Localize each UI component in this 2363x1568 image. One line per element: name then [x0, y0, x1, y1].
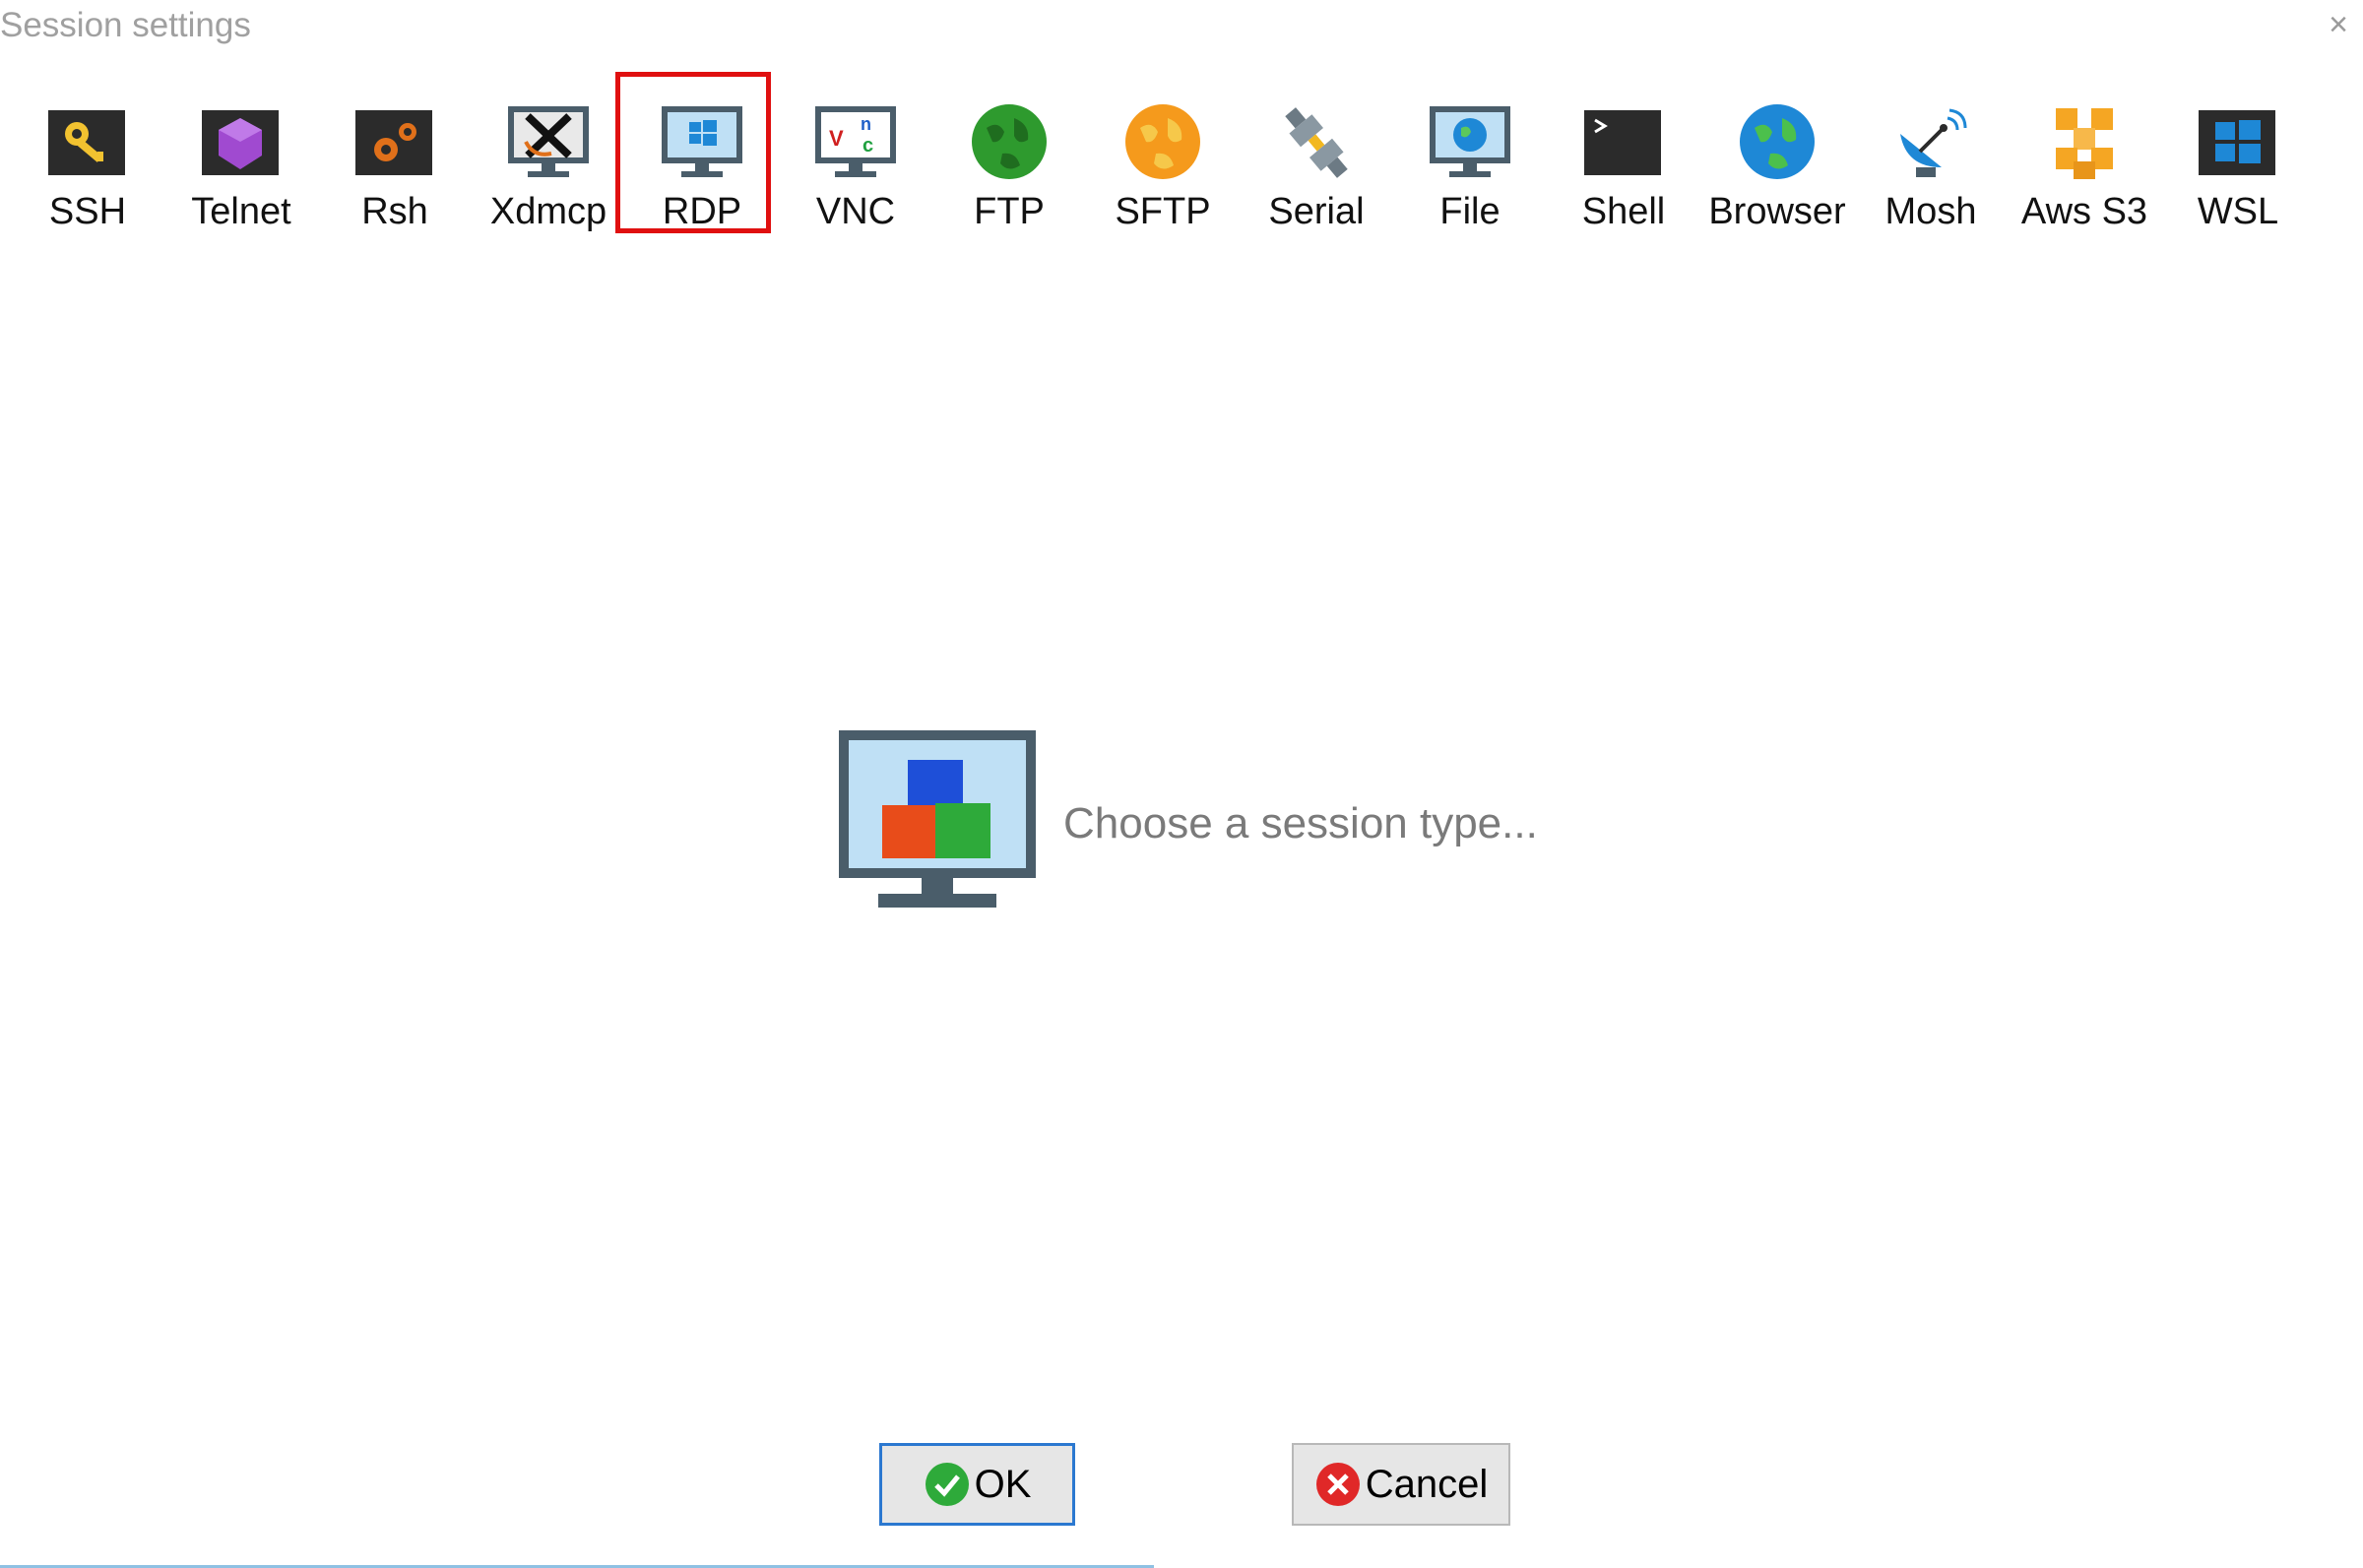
cancel-icon	[1314, 1461, 1362, 1508]
tool-label: Mosh	[1884, 191, 1977, 232]
session-type-mosh[interactable]: Mosh	[1857, 59, 2005, 236]
tool-label: WSL	[2197, 191, 2279, 232]
green-globe-icon	[965, 98, 1054, 187]
session-type-rsh[interactable]: Rsh	[321, 59, 469, 236]
tool-label: FTP	[974, 191, 1045, 232]
plug-icon	[1272, 98, 1361, 187]
globe-monitor-icon	[1426, 98, 1514, 187]
svg-text:c: c	[862, 135, 873, 157]
session-type-aws-s3[interactable]: Aws S3	[2011, 59, 2158, 236]
tool-label: SFTP	[1115, 191, 1211, 232]
tool-label: VNC	[815, 191, 896, 232]
gem-icon	[197, 98, 286, 187]
svg-text:n: n	[861, 114, 871, 134]
choose-session-message: Choose a session type...	[1063, 799, 1538, 847]
ok-button[interactable]: OK	[879, 1443, 1075, 1526]
satellite-dish-icon	[1886, 98, 1975, 187]
windows-tile-icon	[2194, 98, 2282, 187]
tool-label: Browser	[1708, 191, 1846, 232]
cancel-label: Cancel	[1365, 1462, 1489, 1506]
aws-cubes-icon	[2040, 98, 2129, 187]
session-type-file[interactable]: File	[1396, 59, 1544, 236]
selection-highlight-box	[615, 72, 771, 233]
session-type-wsl[interactable]: WSL	[2164, 59, 2312, 236]
key-icon	[43, 98, 132, 187]
session-type-ssh[interactable]: SSH	[14, 59, 161, 236]
ok-label: OK	[974, 1462, 1032, 1506]
session-type-shell[interactable]: Shell	[1550, 59, 1697, 236]
blue-globe-icon	[1733, 98, 1821, 187]
x-monitor-icon	[504, 98, 593, 187]
cubes-monitor-icon	[839, 730, 1036, 917]
session-type-browser[interactable]: Browser	[1703, 59, 1851, 236]
session-type-ftp[interactable]: FTP	[935, 59, 1083, 236]
tool-label: Rsh	[361, 191, 428, 232]
session-type-vnc[interactable]: V n c VNC	[782, 59, 929, 236]
session-type-sftp[interactable]: SFTP	[1089, 59, 1237, 236]
tool-label: File	[1439, 191, 1501, 232]
tool-label: Xdmcp	[489, 191, 607, 232]
tool-label: Telnet	[191, 191, 291, 232]
terminal-icon	[1579, 98, 1668, 187]
close-icon[interactable]: ×	[2324, 8, 2353, 41]
tool-label: Aws S3	[2020, 191, 2148, 232]
orange-globe-icon	[1118, 98, 1207, 187]
session-type-toolbar: SSH Telnet Rsh Xdmcp RDP V n c VNC FTP S…	[0, 59, 2363, 246]
svg-text:V: V	[829, 126, 844, 151]
session-type-xdmcp[interactable]: Xdmcp	[475, 59, 622, 236]
tool-label: Serial	[1268, 191, 1365, 232]
session-type-serial[interactable]: Serial	[1243, 59, 1390, 236]
vnc-monitor-icon: V n c	[811, 98, 900, 187]
window-title: Session settings	[0, 6, 251, 44]
check-icon	[924, 1461, 971, 1508]
session-type-telnet[interactable]: Telnet	[167, 59, 315, 236]
tool-label: SSH	[48, 191, 127, 232]
gears-icon	[351, 98, 439, 187]
cancel-button[interactable]: Cancel	[1292, 1443, 1510, 1526]
tool-label: Shell	[1581, 191, 1666, 232]
